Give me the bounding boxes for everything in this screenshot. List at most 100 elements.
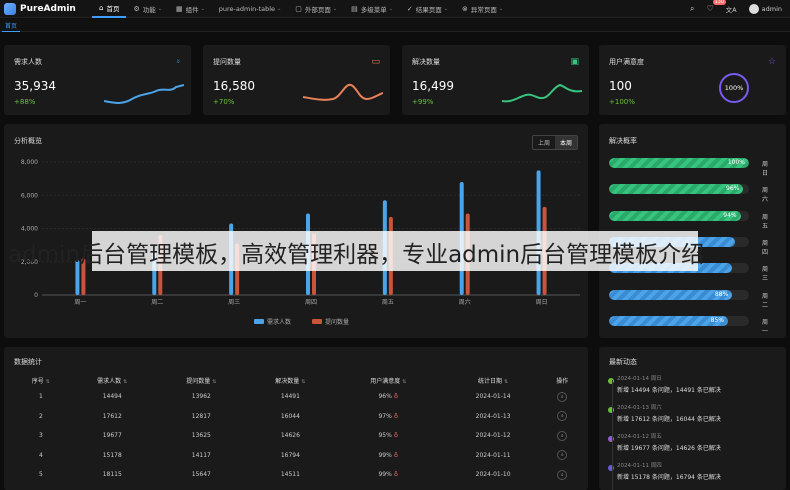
- view-detail-button[interactable]: ⌕: [557, 411, 568, 422]
- timeline-date: 2024-01-14 周日: [617, 376, 662, 382]
- app-name: PureAdmin: [20, 3, 76, 14]
- sparkline: [104, 84, 184, 104]
- data-stats-title: 数据统计: [14, 358, 42, 366]
- thumb-up-icon: ♁: [393, 412, 399, 420]
- cell-value: 19677: [102, 432, 122, 440]
- y-tick-label: 8,000: [21, 159, 38, 166]
- nav-label: 多级菜单: [360, 5, 387, 14]
- nav-label: 外部页面: [304, 5, 331, 14]
- column-header-label: 提问数量: [186, 378, 211, 385]
- nav-item-6[interactable]: ✓ 结果页面 ⌄: [400, 0, 455, 18]
- solve-rate-panel: 解决概率 100% 周日 96% 周六 94% 周五 周四 周三 88% 周二 85% 周一: [599, 124, 786, 338]
- bar-chart: 8,000 6,000 4,000 2,000 0 周一 周二 周三 周四 周五 周六 周日需求人数 提…: [21, 159, 580, 326]
- bar-需求人数-周一: [75, 260, 80, 295]
- timeline-item: 2024-01-14 周日新增 14494 条问题，14491 条已解决: [608, 374, 721, 394]
- cell-value: 14491: [280, 393, 300, 401]
- cell-value: 95%: [378, 432, 392, 440]
- chevron-down-icon: ⌄: [277, 5, 282, 12]
- table-row: 4 15178 14117 16794 99% ♁ 2024-01-11 ⌕: [14, 446, 580, 466]
- rate-day: 周日: [762, 161, 769, 177]
- view-detail-button[interactable]: ⌕: [557, 430, 568, 441]
- sort-icon: ⇅: [402, 379, 407, 385]
- nav-item-3[interactable]: pure-admin-table ⌄: [212, 0, 289, 18]
- table-cell: 5: [14, 465, 68, 485]
- bar-需求人数-周二: [152, 250, 157, 295]
- table-cell: 13625: [157, 426, 246, 446]
- view-detail-button[interactable]: ⌕: [557, 469, 568, 480]
- nav-item-7[interactable]: ⊗ 异常页面 ⌄: [455, 0, 510, 18]
- tag-home[interactable]: 首页: [2, 20, 21, 32]
- column-header[interactable]: 解决数量 ⇅: [246, 374, 335, 387]
- rate-day: 周五: [762, 213, 769, 230]
- cell-value: 3: [38, 432, 43, 440]
- nav-icon: ▦: [175, 4, 183, 13]
- timeline-text: 新增 14494 条问题，14491 条已解决: [617, 387, 721, 394]
- notification-bell[interactable]: ♡ 130: [706, 0, 727, 13]
- nav-icon: ⚙: [133, 4, 140, 13]
- nav-label: 组件: [185, 5, 199, 14]
- cell-value: 14117: [191, 451, 211, 459]
- timeline-text: 新增 19677 条问题，14626 条已解决: [617, 445, 721, 452]
- cell-value: 2024-01-12: [475, 432, 511, 440]
- translate-icon[interactable]: 文A: [726, 4, 737, 14]
- sparkline-path: [104, 84, 184, 104]
- timeline-item: 2024-01-13 周六新增 17612 条问题，16044 条已解决: [608, 403, 721, 423]
- bar-提问数量-周六: [465, 213, 470, 295]
- view-detail-button[interactable]: ⌕: [557, 450, 568, 461]
- user-menu[interactable]: admin: [748, 3, 782, 14]
- view-detail-button[interactable]: ⌕: [557, 391, 568, 402]
- search-icon[interactable]: ⌕: [690, 4, 694, 14]
- cell-value: 4: [38, 451, 43, 459]
- stat-card-2: 解决数量 16,499 +99% ▣: [402, 45, 589, 115]
- table-row: 1 14494 13962 14491 96% ♁ 2024-01-14 ⌕: [14, 387, 580, 407]
- chevron-down-icon: ⌄: [157, 5, 162, 12]
- cell-value: 13625: [191, 432, 211, 440]
- x-tick-label: 周一: [74, 299, 86, 306]
- thumb-up-icon: ♁: [393, 393, 399, 401]
- legend-label: 需求人数: [267, 318, 291, 326]
- column-header[interactable]: 提问数量 ⇅: [157, 374, 246, 387]
- cell-value: 14626: [280, 432, 300, 440]
- sort-icon: ⇅: [504, 379, 509, 385]
- tags-view: 首页: [0, 19, 790, 32]
- bell-icon: ♡: [706, 4, 714, 13]
- nav-icon: ⌂: [99, 3, 104, 12]
- nav-item-1[interactable]: ⚙ 功能 ⌄: [126, 0, 168, 18]
- nav-item-0[interactable]: ⌂ 首页: [92, 0, 127, 18]
- x-tick-label: 周日: [536, 299, 548, 306]
- nav-item-4[interactable]: ▢ 外部页面 ⌄: [288, 0, 344, 18]
- sort-icon: ⇅: [123, 379, 128, 385]
- table-cell: 2024-01-13: [442, 407, 545, 427]
- news-title: 最新动态: [609, 358, 637, 366]
- top-right-tools: ⌕ ♡ 130 文A admin: [690, 0, 790, 14]
- logo[interactable]: PureAdmin: [0, 2, 92, 15]
- sparkline-path: [502, 83, 582, 103]
- progress-track: [609, 236, 749, 247]
- data-stats-panel: 数据统计 序号 ⇅ 需求人数 ⇅ 提问数量 ⇅ 解决数量 ⇅ 用户满意度 ⇅ 统计日期 ⇅ 操作 1 14…: [4, 347, 588, 490]
- table-header-row: 序号 ⇅ 需求人数 ⇅ 提问数量 ⇅ 解决数量 ⇅ 用户满意度 ⇅ 统计日期 ⇅ 操作: [14, 374, 580, 387]
- nav-icon: ⊗: [462, 4, 468, 13]
- column-header[interactable]: 统计日期 ⇅: [442, 374, 545, 387]
- nav-item-5[interactable]: ▤ 多级菜单 ⌄: [344, 0, 400, 18]
- stat-percent: +88%: [14, 98, 36, 106]
- overview-panel: 分析概览 上周 本周 8,000 6,000 4,000 2,000 0 周一 周二 周三 周四…: [4, 124, 588, 338]
- timeline-dot: [608, 378, 614, 384]
- progress-label: 96%: [726, 185, 740, 193]
- table-cell: 13962: [157, 387, 246, 407]
- star-icon: ☆: [767, 57, 776, 67]
- column-header[interactable]: 需求人数 ⇅: [68, 374, 157, 387]
- column-header[interactable]: 序号 ⇅: [14, 374, 68, 387]
- table-cell: 99% ♁: [335, 446, 442, 466]
- table-cell: 14511: [246, 465, 335, 485]
- timeline-date: 2024-01-13 周六: [617, 405, 662, 411]
- cell-value: 13962: [191, 393, 211, 401]
- cell-value: 15178: [102, 451, 122, 459]
- nav-item-2[interactable]: ▦ 组件 ⌄: [169, 0, 212, 18]
- cell-value: 17612: [102, 412, 122, 420]
- nav-label: 功能: [142, 5, 156, 14]
- chevron-down-icon: ⌄: [332, 5, 338, 12]
- timeline-text: 新增 17612 条问题，16044 条已解决: [617, 416, 721, 423]
- column-header[interactable]: 用户满意度 ⇅: [335, 374, 442, 387]
- latest-news-panel: 最新动态 2024-01-14 周日新增 14494 条问题，14491 条已解…: [599, 347, 786, 490]
- table-cell: 99% ♁: [335, 465, 442, 485]
